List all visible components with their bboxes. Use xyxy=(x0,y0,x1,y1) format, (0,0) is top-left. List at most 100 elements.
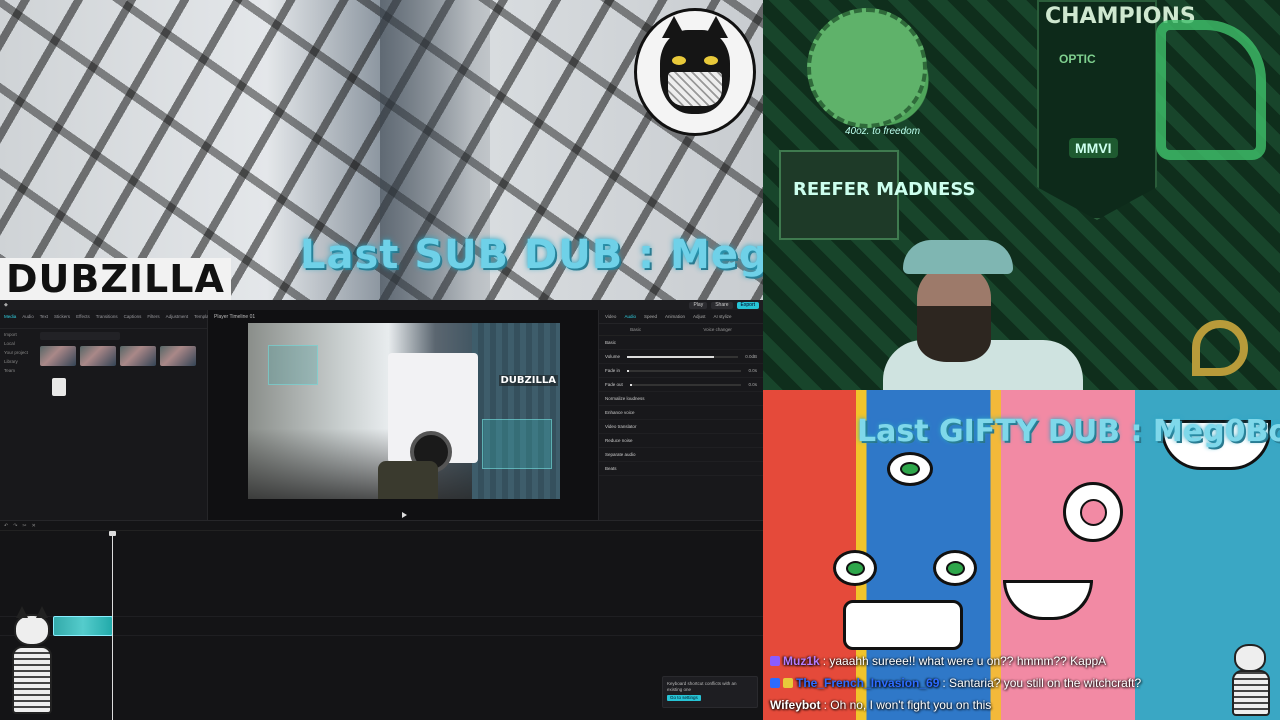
prop-volume[interactable]: Volume 0.0dB xyxy=(599,350,763,364)
volume-slider[interactable] xyxy=(627,355,739,358)
prop-beats[interactable]: Beats xyxy=(599,462,763,476)
prop-normalize[interactable]: Normalize loudness xyxy=(599,392,763,406)
sun-poster xyxy=(807,8,927,128)
media-thumb[interactable] xyxy=(120,346,156,366)
delete-icon[interactable]: ✕ xyxy=(32,523,36,529)
optic-logo-icon xyxy=(1156,20,1266,160)
side-item-library[interactable]: Library xyxy=(4,357,32,366)
app-icon: ◆ xyxy=(4,302,8,308)
weapon xyxy=(378,461,438,499)
preview-logo: DUBZILLA xyxy=(498,375,558,386)
media-side-nav: Import Local Your project Library Team xyxy=(0,328,36,377)
tab-audio-props[interactable]: Audio xyxy=(624,314,636,319)
media-thumb[interactable] xyxy=(160,346,196,366)
cat-mascot-right xyxy=(1228,634,1274,718)
side-item-import[interactable]: Import xyxy=(4,330,32,339)
cat-face-icon xyxy=(660,16,730,114)
webcam-feed: 40oz. to freedom REEFER MADNESS CHAMPION… xyxy=(763,0,1280,390)
prop-basic[interactable]: Basic xyxy=(599,336,763,350)
timeline-clip[interactable] xyxy=(53,616,113,636)
mural-mouth xyxy=(843,600,963,650)
chat-username: Muz1k xyxy=(783,654,820,668)
video-editor-window: ◆ Play Share Export Media Audio Text Sti… xyxy=(0,300,763,720)
game-hud-panel xyxy=(268,345,318,385)
chat-message: Muz1k : yaaahh sureee!! what were u on??… xyxy=(770,650,1240,672)
tab-speed[interactable]: Speed xyxy=(644,314,657,319)
player-panel: Player Timeline 01 DUBZILLA xyxy=(208,310,598,520)
chat-text: : Oh no, I won't fight you on this xyxy=(823,698,992,712)
media-grid xyxy=(40,346,204,396)
tab-effects[interactable]: Effects xyxy=(76,314,90,324)
chat-message: The_French_Invasion_69 : Santaria? you s… xyxy=(770,672,1240,694)
play-icon[interactable] xyxy=(402,512,407,518)
mod-badge-icon xyxy=(770,678,780,688)
side-item-local[interactable]: Local xyxy=(4,339,32,348)
toast-message: Keyboard shortcut conflicts with an exis… xyxy=(667,681,737,692)
prop-video-translator[interactable]: Video translator xyxy=(599,420,763,434)
subtab-basic[interactable]: Basic xyxy=(630,327,641,332)
tab-animation[interactable]: Animation xyxy=(665,314,685,319)
side-item-your-project[interactable]: Your project xyxy=(4,348,32,357)
media-thumb[interactable] xyxy=(40,346,76,366)
tab-filters[interactable]: Filters xyxy=(147,314,159,324)
props-subtabs: Basic Voice changer xyxy=(599,324,763,336)
game-hud-minimap xyxy=(482,419,552,469)
prop-enhance-voice[interactable]: Enhance voice xyxy=(599,406,763,420)
subtab-voice-changer[interactable]: Voice changer xyxy=(703,327,732,332)
chat-username: The_French_Invasion_69 xyxy=(796,676,940,690)
banner-subtitle: OPTIC xyxy=(1059,52,1096,66)
redo-icon[interactable]: ↷ xyxy=(13,523,17,529)
playhead[interactable] xyxy=(109,531,116,720)
undo-icon[interactable]: ↶ xyxy=(4,523,8,529)
cat-bandit-logo xyxy=(634,8,756,136)
mural-eye xyxy=(933,550,977,586)
tab-adjust[interactable]: Adjust xyxy=(693,314,706,319)
video-track xyxy=(0,616,763,636)
tab-transitions[interactable]: Transitions xyxy=(96,314,118,324)
shortcut-conflict-toast: Keyboard shortcut conflicts with an exis… xyxy=(662,676,758,708)
split-icon[interactable]: ✂ xyxy=(22,523,26,529)
tab-text[interactable]: Text xyxy=(40,314,48,324)
media-thumb[interactable] xyxy=(80,346,116,366)
tab-ai-stylize[interactable]: AI stylize xyxy=(714,314,732,319)
editor-titlebar: ◆ Play Share Export xyxy=(0,300,763,310)
fade-in-slider[interactable] xyxy=(627,369,742,372)
prop-fade-in[interactable]: Fade in 0.0s xyxy=(599,364,763,378)
champions-banner xyxy=(1037,0,1157,220)
media-panel: Media Audio Text Stickers Effects Transi… xyxy=(0,310,233,520)
banner-mmvi: MMVI xyxy=(1069,138,1118,158)
last-sub-dub-text: Last SUB DUB : Meg0Bond xyxy=(300,232,763,278)
timeline-toolbar: ↶ ↷ ✂ ✕ xyxy=(0,521,763,531)
prop-separate-audio[interactable]: Separate audio xyxy=(599,448,763,462)
toolbar-share-button[interactable]: Share xyxy=(711,301,733,309)
sun-poster-caption: 40oz. to freedom xyxy=(845,126,921,137)
last-gifty-dub-text: Last GIFTY DUB : Meg0Bond xyxy=(857,414,1280,449)
toolbar-play-button[interactable]: Play xyxy=(689,301,708,309)
tab-captions[interactable]: Captions xyxy=(124,314,142,324)
vip-badge-icon xyxy=(783,678,793,688)
player-title: Player Timeline 01 xyxy=(214,314,256,320)
tab-adjustment[interactable]: Adjustment xyxy=(166,314,189,324)
streamer xyxy=(883,240,1083,390)
media-search-input[interactable] xyxy=(40,332,120,340)
cat-mascot-left xyxy=(8,606,56,716)
mural-eye xyxy=(1063,482,1123,542)
chat-username: Wifeybot xyxy=(770,698,821,712)
fade-out-slider[interactable] xyxy=(629,383,742,386)
side-item-team[interactable]: Team xyxy=(4,366,32,375)
media-thumb-cat[interactable] xyxy=(52,378,66,396)
tab-video[interactable]: Video xyxy=(605,314,616,319)
props-tabs: Video Audio Speed Animation Adjust AI st… xyxy=(599,310,763,324)
go-to-settings-button[interactable]: Go to settings xyxy=(667,695,701,701)
export-button[interactable]: Export xyxy=(736,301,759,309)
mural-eye xyxy=(887,452,933,486)
tab-media[interactable]: Media xyxy=(4,314,16,324)
media-tabs: Media Audio Text Stickers Effects Transi… xyxy=(0,310,233,329)
prop-fade-out[interactable]: Fade out 0.0s xyxy=(599,378,763,392)
chat-text: : Santaria? you still on the witchcraft? xyxy=(942,676,1142,690)
tab-audio[interactable]: Audio xyxy=(22,314,34,324)
prop-reduce-noise[interactable]: Reduce noise xyxy=(599,434,763,448)
tab-stickers[interactable]: Stickers xyxy=(54,314,70,324)
player-preview[interactable]: DUBZILLA xyxy=(248,323,560,499)
chat-overlay: Muz1k : yaaahh sureee!! what were u on??… xyxy=(770,650,1240,716)
